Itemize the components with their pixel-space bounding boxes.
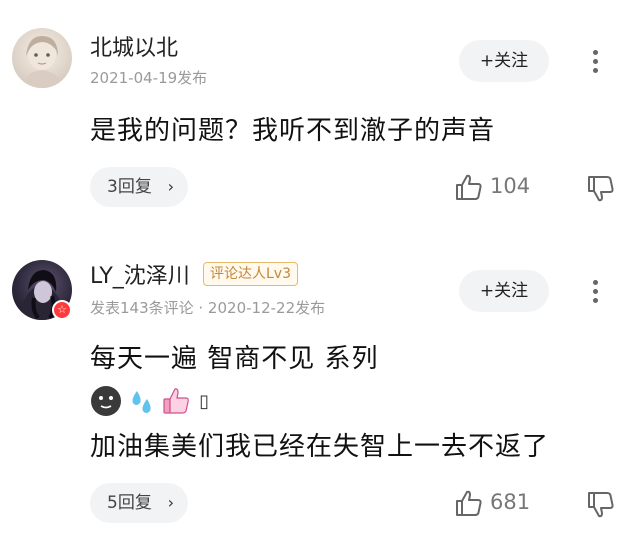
thumb-down-icon <box>588 176 614 202</box>
comment-meta: 发表143条评论 · 2020-12-22发布 <box>90 299 326 317</box>
username[interactable]: 北城以北 <box>90 30 178 62</box>
comment-item: ☆ LY_沈泽川 评论达人Lv3 发表143条评论 · 2020-12-22发布… <box>0 230 640 555</box>
sweat-drops-emoji <box>132 391 151 413</box>
level-badge: 评论达人Lv3 <box>203 262 298 286</box>
reply-button[interactable]: 3回复 › <box>90 167 188 207</box>
reply-label: 5回复 <box>107 493 152 513</box>
emoji-row: ▯ <box>90 385 211 417</box>
dark-face-emoji <box>91 386 121 416</box>
like-count: 681 <box>490 490 531 514</box>
reply-button[interactable]: 5回复 › <box>90 483 188 523</box>
chevron-right-icon: › <box>167 177 174 196</box>
thumbs-up-emoji <box>163 388 190 414</box>
thumb-down-icon <box>588 492 614 518</box>
more-vertical-icon[interactable] <box>583 46 607 78</box>
chevron-right-icon: › <box>167 493 174 512</box>
avatar[interactable] <box>12 28 72 88</box>
dislike-button[interactable] <box>585 488 617 520</box>
thumb-up-icon <box>456 174 482 200</box>
username[interactable]: LY_沈泽川 <box>90 258 190 290</box>
thumb-up-icon <box>456 490 482 516</box>
avatar-image <box>22 36 62 88</box>
comment-text: 加油集美们我已经在失智上一去不返了 <box>90 432 550 462</box>
verified-badge: ☆ <box>52 300 72 320</box>
comment-item: 北城以北 2021-04-19发布 +关注 是我的问题？我听不到澈子的声音 3回… <box>0 0 640 230</box>
comment-text: 是我的问题？我听不到澈子的声音 <box>90 116 496 146</box>
reply-label: 3回复 <box>107 177 152 197</box>
placeholder-glyph: ▯ <box>199 390 210 412</box>
comment-meta: 2021-04-19发布 <box>90 69 208 87</box>
follow-button[interactable]: +关注 <box>459 40 549 82</box>
dislike-button[interactable] <box>585 172 617 204</box>
like-count: 104 <box>490 174 531 198</box>
comment-text: 每天一遍 智商不见 系列 <box>90 344 379 374</box>
more-vertical-icon[interactable] <box>583 276 607 308</box>
follow-button[interactable]: +关注 <box>459 270 549 312</box>
